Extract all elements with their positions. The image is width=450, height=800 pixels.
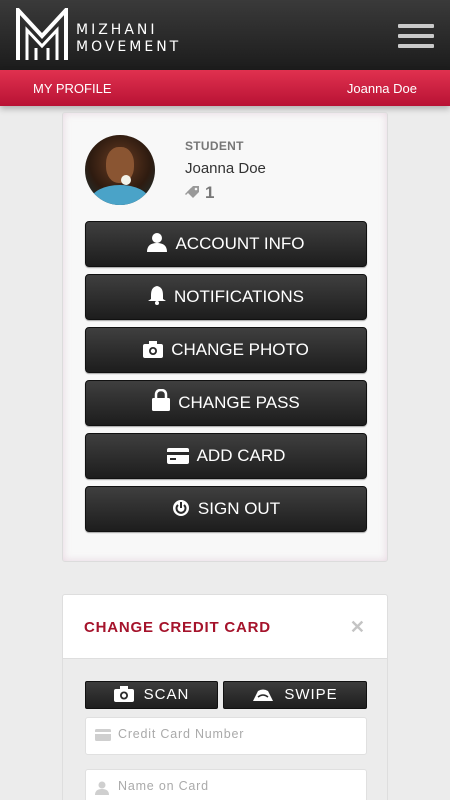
profile-subheader: MY PROFILE Joanna Doe [0,70,450,106]
bell-icon [147,286,166,305]
panel-title: CHANGE CREDIT CARD [84,619,271,636]
sign-out-label: SIGN OUT [197,499,281,518]
card-number-input[interactable] [118,727,358,741]
notifications-button[interactable]: NOTIFICATIONS [85,274,367,320]
change-photo-label: CHANGE PHOTO [171,340,309,359]
lock-icon [152,388,171,411]
account-info-label: ACCOUNT INFO [175,234,305,253]
sign-out-button[interactable]: SIGN OUT [85,486,367,532]
user-icon [95,781,109,795]
current-user-name: Joanna Doe [346,81,417,96]
change-credit-card-panel: CHANGE CREDIT CARD ✕ SCAN SWIPE [62,594,388,800]
camera-icon [143,341,164,358]
swipe-label: SWIPE [284,686,338,703]
brand-name: MIZHANI MOVEMENT [76,22,181,56]
card-reader-icon [253,689,274,701]
pass-count: 1 [185,183,214,203]
scan-label: SCAN [143,686,190,703]
app-header: MIZHANI MOVEMENT [0,0,450,70]
user-role: STUDENT [185,139,244,153]
mizhani-logo-icon [16,8,68,60]
name-on-card-field[interactable] [85,769,367,800]
profile-card: STUDENT Joanna Doe 1 ACCOUNT INFO NOTIFI… [62,112,388,562]
brand-line-2: MOVEMENT [76,39,182,55]
avatar[interactable] [85,135,155,205]
notifications-label: NOTIFICATIONS [173,287,304,306]
close-icon[interactable]: ✕ [350,617,365,638]
card-number-field[interactable] [85,717,367,755]
add-card-button[interactable]: ADD CARD [85,433,367,479]
credit-card-icon [95,729,111,741]
change-photo-button[interactable]: CHANGE PHOTO [85,327,367,373]
change-pass-label: CHANGE PASS [178,393,300,412]
power-icon [172,500,189,516]
ticket-icon [185,186,199,198]
user-name: Joanna Doe [185,160,266,177]
brand-line-1: MIZHANI [76,22,158,38]
credit-card-form: SCAN SWIPE [63,658,387,800]
name-on-card-input[interactable] [118,779,358,793]
change-pass-button[interactable]: CHANGE PASS [85,380,367,426]
page-title: MY PROFILE [33,81,112,96]
user-icon [147,233,168,252]
swipe-button[interactable]: SWIPE [223,681,367,709]
camera-icon [113,686,134,702]
hamburger-menu-icon[interactable] [398,24,434,48]
credit-card-icon [166,448,189,464]
add-card-label: ADD CARD [196,446,286,465]
account-info-button[interactable]: ACCOUNT INFO [85,221,367,267]
scan-button[interactable]: SCAN [85,681,218,709]
pass-count-value: 1 [205,183,215,202]
